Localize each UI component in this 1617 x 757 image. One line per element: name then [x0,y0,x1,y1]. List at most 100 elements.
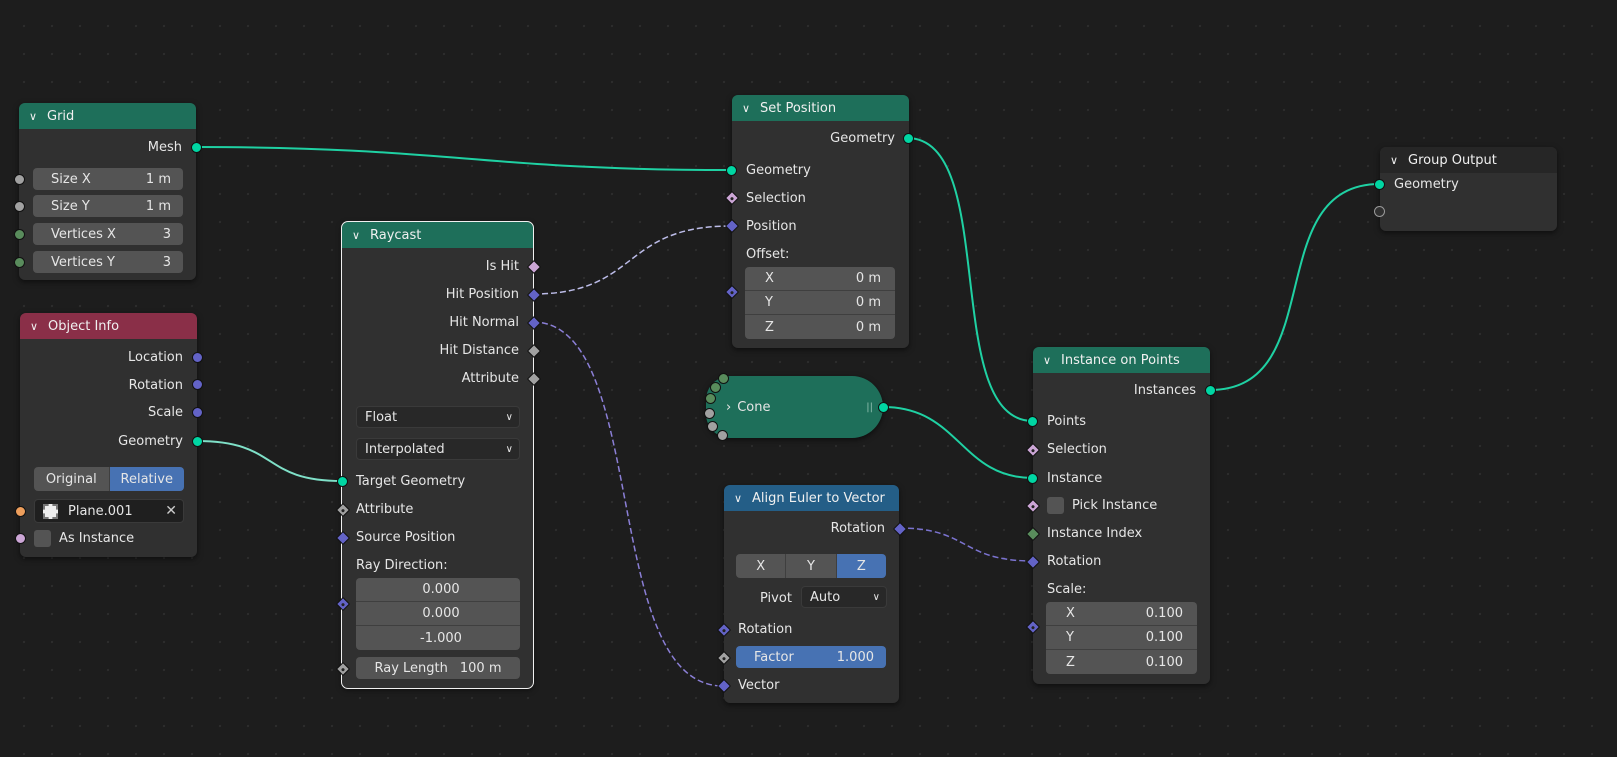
scale-x[interactable]: X 0.100 [1046,602,1197,626]
pick-instance-checkbox[interactable]: Pick Instance [1033,495,1210,515]
scale-z[interactable]: Z 0.100 [1046,650,1197,674]
ray-dir-x[interactable]: 0.000 [356,578,520,602]
link-objinfo-geometry-to-raycast-target[interactable] [196,440,343,482]
chevron-down-icon[interactable]: ∨ [30,320,42,333]
socket-cone-mesh-out[interactable] [878,402,889,413]
chevron-down-icon[interactable]: ∨ [29,110,41,123]
grid-node[interactable]: ∨ Grid Mesh Size X1 m Size Y1 m Vertices … [19,103,196,280]
socket-grid-mesh-out[interactable] [191,142,202,153]
offset-vector[interactable]: X0 m Y0 m Z0 m [745,267,895,339]
node-title: Grid [47,108,75,124]
socket-cone-radius-top[interactable] [704,408,715,419]
socket-objinfo-scale[interactable] [192,407,203,418]
socket-grid-vertx[interactable] [14,229,25,240]
object-icon [43,503,58,519]
vertices-y-field[interactable]: Vertices Y3 [33,251,183,273]
chevron-down-icon[interactable]: ∨ [734,492,746,505]
socket-grid-sizex[interactable] [14,174,25,185]
socket-iop-instances-out[interactable] [1205,385,1216,396]
clear-icon[interactable]: ✕ [165,503,177,519]
group-output-header[interactable]: ∨ Group Output [1380,147,1557,173]
axis-z-option[interactable]: Z [836,554,886,578]
chevron-down-icon[interactable]: ∨ [1390,154,1402,167]
link-align-rotation-to-iop-rotation[interactable] [898,527,1034,562]
link-raycast-hitpos-to-setpos-position[interactable] [532,225,732,295]
node-title: Instance on Points [1061,352,1180,368]
socket-cone-depth[interactable] [717,430,728,441]
grid-node-header[interactable]: ∨ Grid [19,103,196,129]
pivot-dropdown[interactable]: Auto ∨ [801,586,887,608]
relative-option[interactable]: Relative [109,467,184,491]
ray-dir-z[interactable]: -1.000 [356,626,520,650]
size-x-field[interactable]: Size X1 m [33,168,183,190]
align-euler-node[interactable]: ∨ Align Euler to Vector Rotation X Y Z Pi… [724,485,899,703]
socket-output-geometry[interactable] [1374,179,1385,190]
raycast-header[interactable]: ∨ Raycast [342,222,533,248]
raycast-node[interactable]: ∨ Raycast Is Hit Hit Position Hit Normal … [341,221,534,689]
set-position-node[interactable]: ∨ Set Position Geometry Geometry Selectio… [732,95,909,348]
socket-objinfo-object[interactable] [15,506,26,517]
data-type-dropdown[interactable]: Float ∨ [356,406,520,428]
socket-cone-vertices[interactable] [718,373,729,384]
object-info-node[interactable]: ∨ Object Info Location Rotation Scale Geo… [20,313,197,557]
object-info-header[interactable]: ∨ Object Info [20,313,197,339]
iop-header[interactable]: ∨ Instance on Points [1033,347,1210,373]
socket-objinfo-asinstance[interactable] [15,533,26,544]
vertices-x-field[interactable]: Vertices X3 [33,223,183,245]
align-euler-header[interactable]: ∨ Align Euler to Vector [724,485,899,511]
node-title: Object Info [48,318,120,334]
group-output-node[interactable]: ∨ Group Output Geometry [1380,147,1557,231]
as-instance-checkbox[interactable]: As Instance [20,528,197,548]
node-title: Cone [737,399,771,415]
link-iop-instances-to-output-geometry[interactable] [1209,183,1381,391]
ray-length-field[interactable]: Ray Length 100 m [356,657,520,679]
offset-z[interactable]: Z0 m [745,315,895,339]
original-option[interactable]: Original [34,467,110,491]
socket-objinfo-location[interactable] [192,352,203,363]
socket-grid-sizey[interactable] [14,201,25,212]
link-cone-to-iop-instance[interactable] [882,406,1034,479]
socket-setpos-geometry-in[interactable] [726,165,737,176]
factor-field[interactable]: Factor 1.000 [736,646,886,668]
ray-direction-vector[interactable]: 0.000 0.000 -1.000 [356,578,520,650]
chevron-down-icon: ∨ [505,443,513,455]
socket-iop-points[interactable] [1027,416,1038,427]
socket-cone-fill-segments[interactable] [705,393,716,404]
input-instance-index: Instance Index [1047,525,1143,541]
checkbox-icon[interactable] [34,529,51,547]
link-grid-mesh-to-setpos-geometry[interactable] [195,146,732,171]
socket-grid-verty[interactable] [14,257,25,268]
cone-node-collapsed[interactable]: › Cone || [706,376,883,438]
input-position: Position [746,218,797,234]
scale-y[interactable]: Y 0.100 [1046,626,1197,650]
socket-cone-side-segments[interactable] [710,382,721,393]
axis-x-option[interactable]: X [736,554,787,578]
socket-raycast-target[interactable] [337,476,348,487]
scale-vector[interactable]: X 0.100 Y 0.100 Z 0.100 [1046,602,1197,674]
set-position-header[interactable]: ∨ Set Position [732,95,909,121]
chevron-down-icon[interactable]: ∨ [742,102,754,115]
link-raycast-hitnormal-to-align-vector[interactable] [532,321,724,687]
output-instances: Instances [1133,382,1196,398]
socket-cone-radius-bottom[interactable] [707,421,718,432]
chevron-down-icon[interactable]: ∨ [1043,354,1055,367]
socket-output-empty[interactable] [1374,206,1385,217]
socket-setpos-geometry-out[interactable] [903,133,914,144]
axis-y-option[interactable]: Y [786,554,837,578]
object-picker[interactable]: Plane.001 ✕ [34,499,184,523]
link-setpos-geometry-to-iop-points[interactable] [906,137,1034,422]
chevron-down-icon[interactable]: ∨ [352,229,364,242]
ray-dir-y[interactable]: 0.000 [356,602,520,626]
socket-iop-instance[interactable] [1027,473,1038,484]
mapping-dropdown[interactable]: Interpolated ∨ [356,438,520,460]
offset-x[interactable]: X0 m [745,267,895,291]
socket-objinfo-geometry[interactable] [192,436,203,447]
instance-on-points-node[interactable]: ∨ Instance on Points Instances Points Sel… [1033,347,1210,684]
socket-objinfo-rotation[interactable] [192,379,203,390]
output-attribute: Attribute [461,370,519,386]
checkbox-icon[interactable] [1047,496,1064,514]
chevron-right-icon[interactable]: › [726,400,731,415]
offset-y[interactable]: Y0 m [745,291,895,315]
size-y-field[interactable]: Size Y1 m [33,195,183,217]
output-scale: Scale [148,404,183,420]
